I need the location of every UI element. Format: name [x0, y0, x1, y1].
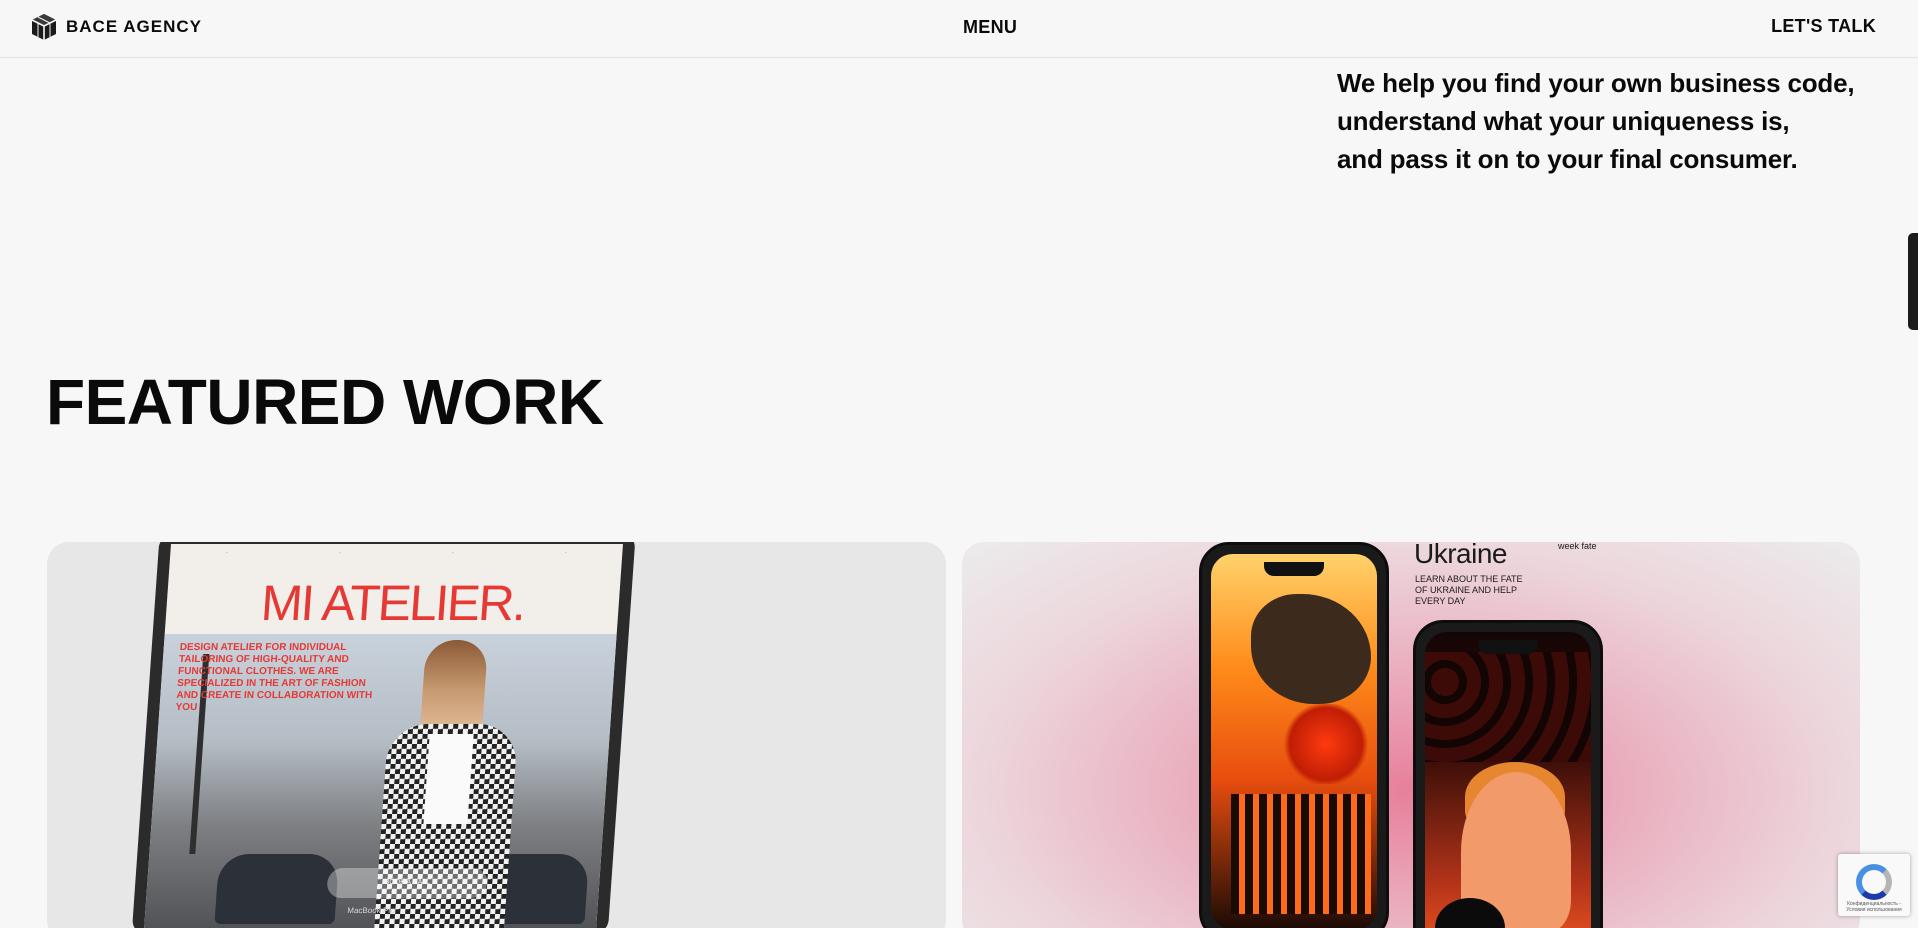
phone-notch	[1478, 640, 1538, 654]
scrollbar-thumb[interactable]	[1908, 233, 1918, 330]
bace-logo-icon	[31, 14, 57, 40]
intro-text: We help you find your own business code,…	[1337, 64, 1877, 178]
recaptcha-badge[interactable]: Конфиденциальность - Условия использован…	[1838, 854, 1910, 916]
ukraine-app-subtitle: week fate	[1558, 542, 1597, 551]
intro-line-3: and pass it on to your final consumer.	[1337, 144, 1798, 174]
book-call-button: BOOK A CALL	[326, 868, 489, 898]
macbook-label: MacBook Pro	[347, 906, 396, 915]
crowd-illustration	[1425, 652, 1591, 762]
atelier-description: DESIGN ATELIER FOR INDIVIDUAL TAILORING …	[175, 642, 373, 713]
intro-line-2: understand what your uniqueness is,	[1337, 106, 1790, 136]
atelier-nav-dot: ·	[451, 550, 455, 556]
logo-link[interactable]: BACE AGENCY	[30, 13, 202, 41]
menu-button[interactable]: MENU	[963, 17, 1017, 38]
intro-line-1: We help you find your own business code,	[1337, 68, 1855, 98]
laptop-screen: · · · · MI ATELIER. DESIGN ATELIER FOR I…	[143, 544, 623, 928]
atelier-nav-dot: ·	[564, 550, 568, 556]
rock-illustration	[1251, 594, 1371, 704]
phone-mockup-left	[1199, 542, 1389, 928]
woman-shirt	[423, 734, 474, 824]
explosion-illustration	[1281, 704, 1371, 784]
lets-talk-link[interactable]: LET'S TALK	[1771, 16, 1876, 37]
atelier-title: MI ATELIER.	[259, 575, 527, 631]
building-illustration	[1231, 794, 1371, 914]
laptop-mockup: · · · · MI ATELIER. DESIGN ATELIER FOR I…	[130, 542, 636, 928]
ukraine-app-text: LEARN ABOUT THE FATE OF UKRAINE AND HELP…	[1415, 574, 1523, 606]
phone-screen-left	[1211, 554, 1377, 928]
phone-notch	[1264, 562, 1324, 576]
phone-mockup-right	[1413, 620, 1603, 928]
work-card-mi-atelier[interactable]: · · · · MI ATELIER. DESIGN ATELIER FOR I…	[47, 542, 946, 928]
site-header: BACE AGENCY MENU LET'S TALK	[0, 0, 1918, 58]
atelier-nav-dot: ·	[338, 550, 342, 556]
ukraine-app-title: Ukraine	[1414, 542, 1507, 569]
recaptcha-icon	[1856, 864, 1892, 900]
featured-work-heading: FEATURED WORK	[46, 366, 604, 438]
scrollbar[interactable]	[1908, 58, 1918, 928]
atelier-nav-dot: ·	[225, 550, 229, 556]
phone-screen-right	[1425, 632, 1591, 928]
logo-text: BACE AGENCY	[66, 17, 202, 36]
atelier-nav: · · · ·	[170, 550, 622, 556]
work-card-ukraine[interactable]: Ukraine week fate LEARN ABOUT THE FATE O…	[962, 542, 1860, 928]
recaptcha-text[interactable]: Конфиденциальность - Условия использован…	[1842, 901, 1906, 913]
laptop-screen-frame: · · · · MI ATELIER. DESIGN ATELIER FOR I…	[131, 542, 636, 928]
